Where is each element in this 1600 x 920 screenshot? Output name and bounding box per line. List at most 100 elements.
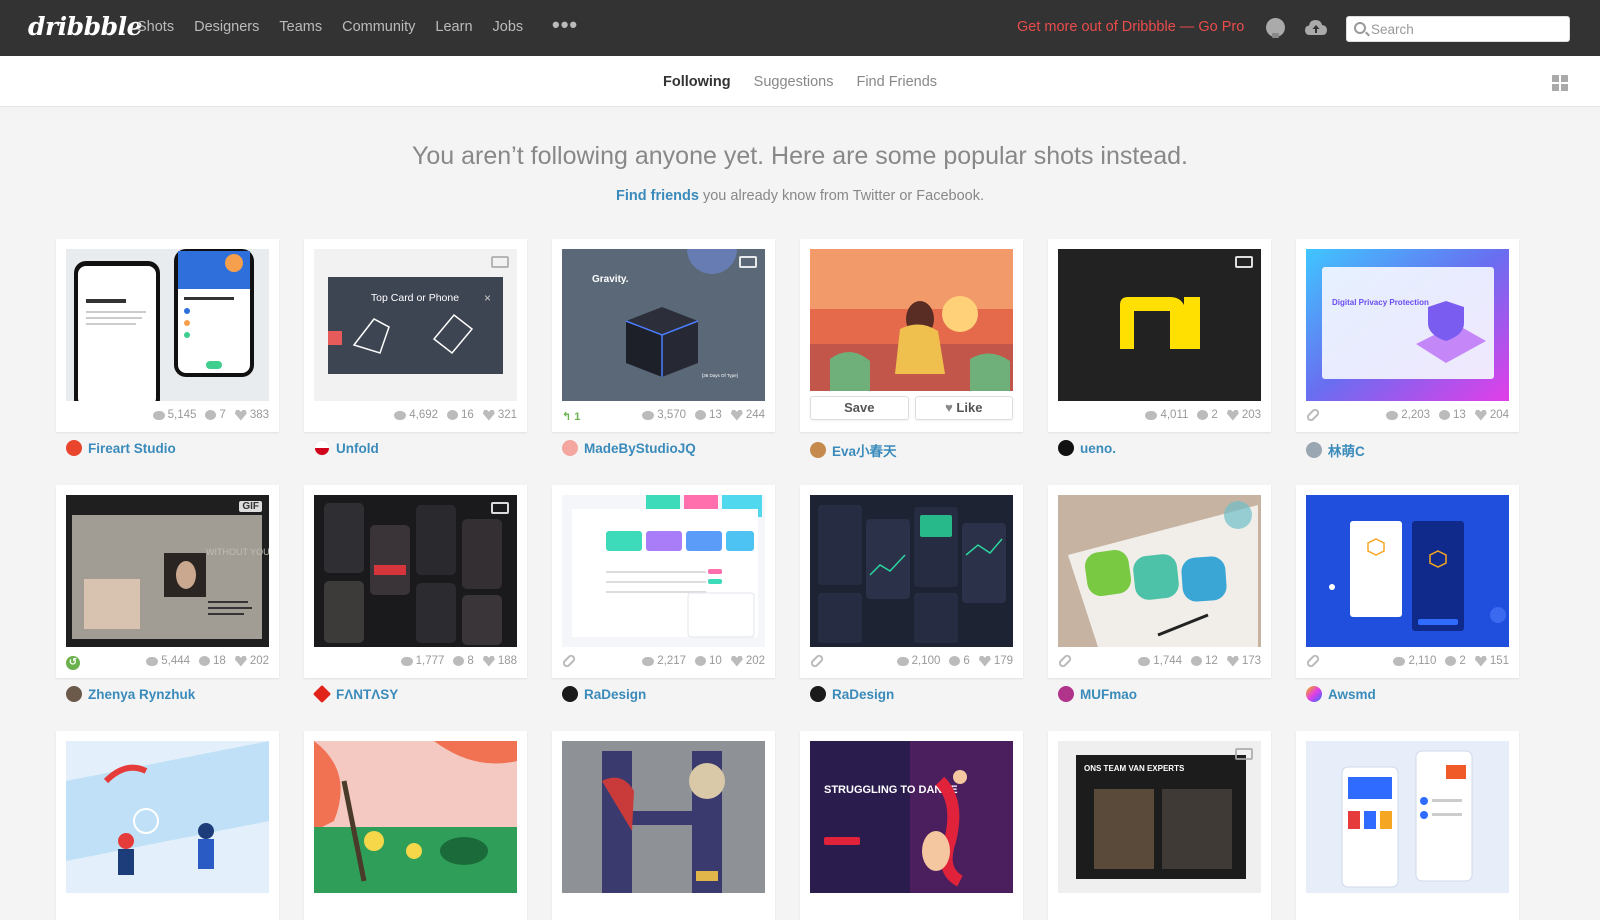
search-input[interactable] [1371,20,1561,38]
shot-thumbnail[interactable] [810,495,1013,647]
shot-author[interactable]: Awsmd [1306,686,1376,702]
shot-card[interactable]: Top Card or Phone × 4,692 16 321 [304,239,527,432]
likes-stat[interactable]: 151 [1474,655,1509,667]
nav-designers[interactable]: Designers [194,19,259,35]
shot-card[interactable]: 2,110 2 151 [1296,485,1519,678]
grid-view-icon[interactable] [1552,75,1568,91]
author-name[interactable]: RaDesign [584,687,646,702]
author-name[interactable]: RaDesign [832,687,894,702]
shot-card[interactable]: 1,744 12 173 [1048,485,1271,678]
shot-card[interactable] [1296,731,1519,920]
shot-card[interactable] [56,731,279,920]
shot-author[interactable]: Eva小春天 [810,440,897,460]
shot-thumbnail[interactable]: Digital Privacy Protection [1306,249,1509,401]
author-name[interactable]: MadeByStudioJQ [584,441,696,456]
likes-stat[interactable]: 188 [482,655,517,667]
likes-stat[interactable]: 202 [730,655,765,667]
attachment-indicator[interactable] [1305,653,1321,669]
shot-card[interactable]: Gravity. [36 Days Of Type] ↰ 1 3,570 13 … [552,239,775,432]
shot-thumbnail[interactable]: Top Card or Phone × [314,249,517,401]
rebound-indicator[interactable]: ↰ 1 [562,410,580,423]
shot-thumbnail[interactable] [314,741,517,893]
author-name[interactable]: Fireart Studio [88,441,176,456]
attachment-indicator[interactable] [1305,407,1321,423]
rebound-indicator[interactable]: ↺ [66,656,80,670]
tab-find-friends[interactable]: Find Friends [856,74,937,90]
author-name[interactable]: MUFmao [1080,687,1137,702]
author-name[interactable]: Unfold [336,441,379,456]
shot-author[interactable]: RaDesign [810,686,894,702]
shot-author[interactable]: Zhenya Rynzhuk [66,686,195,702]
shot-card[interactable]: 4,011 2 203 [1048,239,1271,432]
author-name[interactable]: Zhenya Rynzhuk [88,687,195,702]
shot-thumbnail[interactable]: Gravity. [36 Days Of Type] [562,249,765,401]
attachment-indicator[interactable] [809,653,825,669]
go-pro-link[interactable]: Get more out of Dribbble — Go Pro [1017,19,1244,35]
shot-thumbnail[interactable] [810,249,1013,391]
like-button[interactable]: ♥ Like [914,396,1013,420]
nav-community[interactable]: Community [342,19,415,35]
shot-author[interactable]: Fireart Studio [66,440,176,456]
attachment-indicator[interactable] [561,653,577,669]
likes-stat[interactable]: 204 [1474,409,1509,421]
shot-author[interactable]: Unfold [314,440,379,456]
shot-thumbnail[interactable]: STRUGGLING TO DANCE [810,741,1013,893]
shot-thumbnail[interactable] [1306,741,1509,893]
shot-card[interactable]: ONS TEAM VAN EXPERTS [1048,731,1271,920]
nav-jobs[interactable]: Jobs [493,19,524,35]
shot-card[interactable] [552,731,775,920]
dribbble-logo[interactable]: dribbble [28,12,143,41]
shot-author[interactable]: MUFmao [1058,686,1137,702]
shot-author[interactable]: FΛNTΛSY [312,684,398,704]
lightbulb-icon[interactable] [1266,18,1285,38]
shot-card[interactable]: 2,217 10 202 [552,485,775,678]
save-button[interactable]: Save [810,396,909,420]
tab-suggestions[interactable]: Suggestions [754,74,834,90]
nav-teams[interactable]: Teams [279,19,322,35]
shot-card[interactable]: 2,100 6 179 [800,485,1023,678]
likes-stat[interactable]: 244 [730,409,765,421]
shot-author[interactable]: RaDesign [562,686,646,702]
likes-stat[interactable]: 203 [1226,409,1261,421]
shot-image [1306,495,1509,647]
shot-stats: 4,011 2 203 [1145,409,1261,421]
shot-author[interactable]: 林萌C [1306,440,1365,460]
likes-stat[interactable]: 173 [1226,655,1261,667]
author-name[interactable]: 林萌C [1328,440,1365,460]
shot-thumbnail[interactable] [66,741,269,893]
more-menu-icon[interactable]: ••• [552,14,578,36]
shot-thumbnail[interactable] [562,741,765,893]
shot-thumbnail[interactable] [66,249,269,401]
shot-author[interactable]: MadeByStudioJQ [562,440,696,456]
shot-thumbnail[interactable]: WITHOUT YOU WE ARE NOTHING GIF [66,495,269,647]
likes-stat[interactable]: 383 [234,409,269,421]
find-friends-link[interactable]: Find friends [616,188,699,204]
shot-card[interactable]: Save ♥ Like [800,239,1023,432]
likes-stat[interactable]: 202 [234,655,269,667]
comments-stat: 2 [1445,655,1466,667]
shot-card[interactable]: 5,145 7 383 [56,239,279,432]
shot-thumbnail[interactable] [1306,495,1509,647]
shot-card[interactable]: WITHOUT YOU WE ARE NOTHING GIF ↺ 5,444 1… [56,485,279,678]
shot-thumbnail[interactable]: ONS TEAM VAN EXPERTS [1058,741,1261,893]
tab-following[interactable]: Following [663,74,731,90]
shot-thumbnail[interactable] [562,495,765,647]
author-name[interactable]: Awsmd [1328,687,1376,702]
author-name[interactable]: Eva小春天 [832,440,897,460]
shot-card[interactable]: Digital Privacy Protection 2,203 13 204 [1296,239,1519,432]
shot-author[interactable]: ueno. [1058,440,1116,456]
shot-card[interactable] [304,731,527,920]
likes-stat[interactable]: 321 [482,409,517,421]
shot-thumbnail[interactable] [1058,249,1261,401]
author-name[interactable]: ueno. [1080,441,1116,456]
upload-cloud-icon[interactable] [1305,19,1327,36]
author-name[interactable]: FΛNTΛSY [336,687,398,702]
shot-thumbnail[interactable] [314,495,517,647]
nav-learn[interactable]: Learn [435,19,472,35]
attachment-indicator[interactable] [1057,653,1073,669]
shot-card[interactable]: 1,777 8 188 [304,485,527,678]
likes-stat[interactable]: 179 [978,655,1013,667]
nav-shots[interactable]: Shots [137,19,174,35]
shot-thumbnail[interactable] [1058,495,1261,647]
shot-card[interactable]: STRUGGLING TO DANCE [800,731,1023,920]
